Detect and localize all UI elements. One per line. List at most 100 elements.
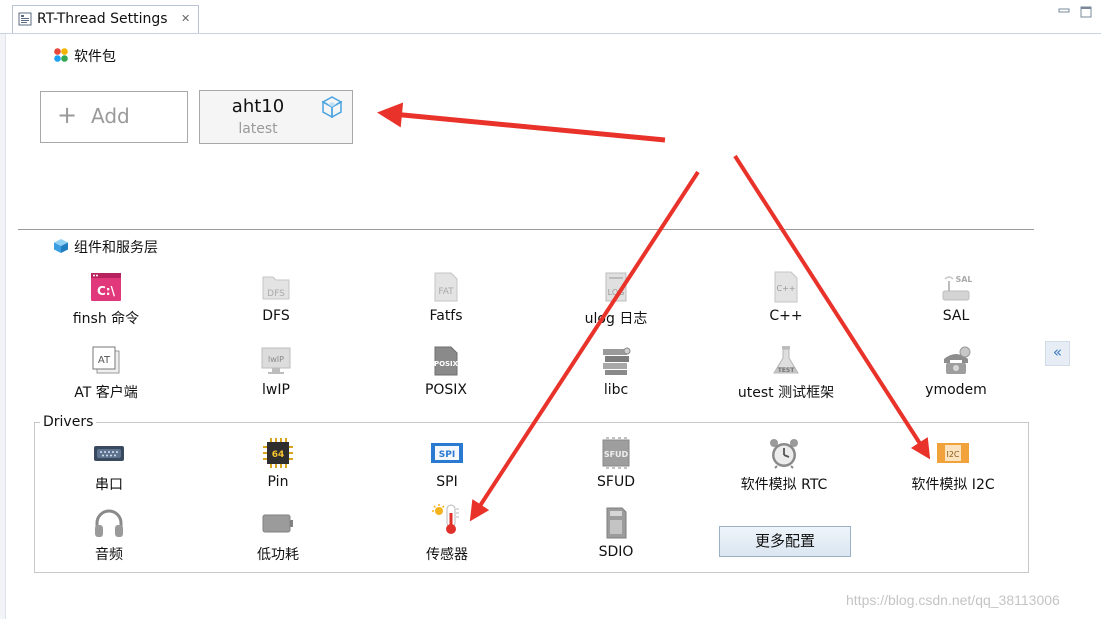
- component-label: SAL: [942, 308, 970, 324]
- driver-sfud[interactable]: SFUD SFUD: [541, 437, 691, 507]
- component-sal[interactable]: SAL SAL: [881, 271, 1031, 341]
- tab-rt-thread-settings[interactable]: RT-Thread Settings ✕: [12, 5, 199, 33]
- component-fatfs[interactable]: FAT Fatfs: [371, 271, 521, 341]
- fat-file-icon: FAT: [434, 272, 458, 302]
- at-icon: AT: [92, 346, 120, 374]
- driver-sdio[interactable]: SDIO: [541, 507, 691, 577]
- driver-low-power[interactable]: 低功耗: [203, 507, 353, 577]
- spi-icon: SPI: [431, 443, 463, 463]
- driver-label: SPI: [436, 474, 458, 490]
- svg-text:64: 64: [272, 450, 285, 460]
- component-finsh[interactable]: C:\ finsh 命令: [31, 271, 181, 341]
- close-icon[interactable]: ✕: [181, 12, 190, 25]
- minimize-icon[interactable]: [1058, 6, 1070, 18]
- add-label: Add: [91, 104, 130, 128]
- svg-text:LOG: LOG: [608, 288, 625, 297]
- driver-label: SFUD: [597, 474, 635, 490]
- driver-label: SDIO: [598, 544, 634, 560]
- books-icon: [603, 347, 631, 375]
- terminal-icon: C:\: [91, 273, 121, 301]
- sd-card-icon: [606, 507, 627, 539]
- svg-text:DFS: DFS: [267, 289, 285, 299]
- component-utest[interactable]: TEST utest 测试框架: [711, 345, 861, 415]
- component-posix[interactable]: POSIX POSIX: [371, 345, 521, 415]
- driver-label: 音频: [95, 547, 123, 563]
- component-dfs[interactable]: DFS DFS: [201, 271, 351, 341]
- packages-icon: [54, 48, 68, 62]
- clock-icon: [770, 439, 798, 469]
- flask-icon: TEST: [773, 346, 799, 374]
- more-config-button[interactable]: 更多配置: [719, 526, 851, 557]
- component-lwip[interactable]: lwIP lwIP: [201, 345, 351, 415]
- component-at-client[interactable]: AT AT 客户端: [31, 345, 181, 415]
- component-label: Fatfs: [429, 308, 463, 324]
- thermometer-icon: [432, 504, 459, 534]
- drivers-title: Drivers: [40, 414, 97, 430]
- svg-text:I2C: I2C: [946, 450, 959, 459]
- component-label: C++: [769, 308, 803, 324]
- component-label: POSIX: [424, 382, 468, 398]
- svg-text:C++: C++: [777, 284, 796, 293]
- driver-label: 软件模拟 RTC: [740, 477, 828, 493]
- component-label: ymodem: [925, 382, 987, 398]
- log-icon: LOG: [605, 272, 627, 302]
- tab-bar-divider: [0, 33, 1101, 34]
- driver-label: 低功耗: [257, 547, 299, 563]
- svg-text:lwIP: lwIP: [268, 355, 284, 364]
- driver-serial[interactable]: 串口: [34, 437, 184, 507]
- component-label: ulog 日志: [584, 311, 648, 327]
- posix-doc-icon: POSIX: [434, 346, 459, 376]
- component-label: finsh 命令: [72, 311, 140, 327]
- serial-port-icon: [94, 446, 124, 461]
- editor-tab-bar: RT-Thread Settings ✕: [0, 0, 1101, 33]
- component-label: libc: [603, 382, 629, 398]
- headphones-icon: [95, 509, 123, 537]
- collapse-panel-button[interactable]: «: [1045, 341, 1070, 366]
- component-label: DFS: [262, 308, 290, 324]
- driver-pin[interactable]: 64 Pin: [203, 437, 353, 507]
- driver-audio[interactable]: 音频: [34, 507, 184, 577]
- driver-label: Pin: [267, 474, 289, 490]
- svg-text:AT: AT: [98, 355, 111, 366]
- driver-label: 串口: [95, 477, 123, 493]
- component-ymodem[interactable]: ymodem: [881, 345, 1031, 415]
- arrow-to-package: [377, 102, 666, 143]
- driver-spi[interactable]: SPI SPI: [372, 437, 522, 507]
- driver-soft-i2c[interactable]: I2C 软件模拟 I2C: [878, 437, 1028, 507]
- svg-text:SPI: SPI: [439, 450, 455, 460]
- package-card-aht10[interactable]: aht10 latest: [199, 90, 353, 144]
- folder-icon: DFS: [262, 276, 290, 300]
- svg-text:SFUD: SFUD: [604, 450, 629, 459]
- battery-icon: [262, 514, 293, 533]
- package-name: aht10: [231, 96, 285, 117]
- component-libc[interactable]: libc: [541, 345, 691, 415]
- phone-icon: [944, 346, 971, 374]
- svg-text:C:\: C:\: [97, 284, 116, 298]
- driver-sensor[interactable]: 传感器: [372, 503, 522, 573]
- chip-icon: 64: [263, 438, 293, 468]
- driver-soft-rtc[interactable]: 软件模拟 RTC: [709, 437, 859, 507]
- packages-title: 软件包: [74, 49, 116, 65]
- monitor-icon: lwIP: [261, 347, 291, 374]
- driver-label: 软件模拟 I2C: [911, 477, 995, 493]
- cube-icon: [321, 96, 343, 118]
- components-title: 组件和服务层: [74, 240, 158, 256]
- add-package-button[interactable]: + Add: [40, 91, 188, 143]
- svg-text:SAL: SAL: [955, 275, 972, 284]
- package-version: latest: [238, 121, 278, 137]
- router-icon: SAL: [942, 275, 972, 301]
- component-ulog[interactable]: LOG ulog 日志: [541, 271, 691, 341]
- svg-text:POSIX: POSIX: [434, 360, 459, 368]
- plus-icon: +: [57, 101, 78, 129]
- components-icon: [54, 239, 68, 253]
- component-cpp[interactable]: C++ C++: [711, 271, 861, 341]
- left-gutter: [0, 34, 6, 619]
- watermark-url: https://blog.csdn.net/qq_38113006: [846, 592, 1060, 608]
- i2c-icon: I2C: [937, 443, 969, 463]
- section-divider: [18, 229, 1034, 230]
- tab-title: RT-Thread Settings: [37, 11, 168, 27]
- component-label: lwIP: [262, 382, 290, 398]
- maximize-icon[interactable]: [1080, 6, 1092, 18]
- svg-text:TEST: TEST: [778, 367, 796, 374]
- flash-icon: SFUD: [602, 437, 630, 469]
